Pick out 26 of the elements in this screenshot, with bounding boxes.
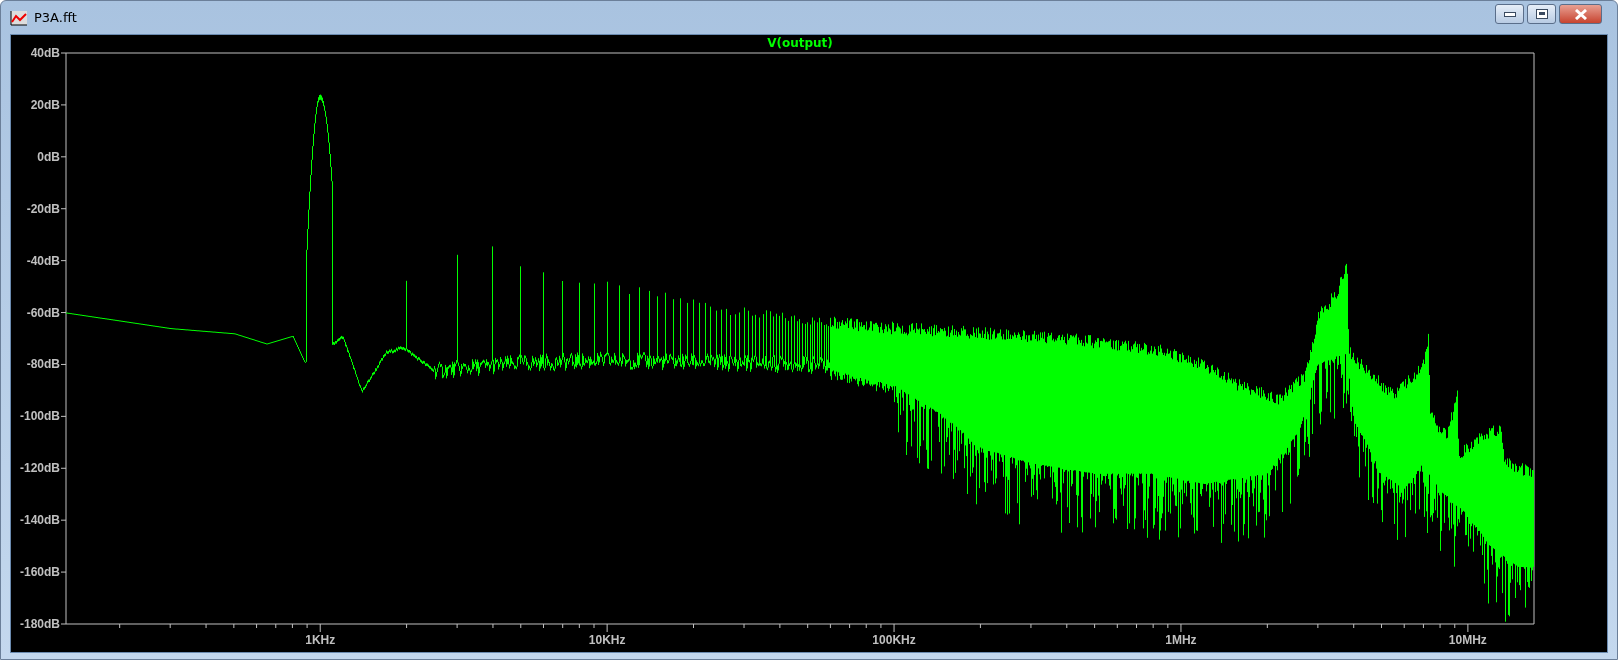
x-tick-label: 1MHz (1165, 633, 1197, 647)
y-tick-label: 40dB (30, 46, 60, 60)
minimize-icon (1503, 11, 1516, 17)
y-tick-label: 0dB (37, 149, 60, 164)
x-tick-label: 1KHz (305, 633, 336, 647)
y-tick-label: -80dB (26, 357, 60, 372)
y-tick-label: -160dB (20, 565, 60, 580)
y-tick-label: -40dB (26, 253, 60, 268)
y-tick-label: -60dB (26, 305, 60, 320)
close-icon (1573, 8, 1588, 20)
trace-label: V(output) (767, 36, 833, 50)
x-tick-label: 100KHz (872, 633, 916, 647)
x-tick-label: 10KHz (588, 633, 626, 647)
window-title: P3A.fft (34, 10, 77, 25)
y-tick-label: 20dB (30, 97, 60, 112)
y-tick-label: -120dB (20, 461, 60, 476)
close-button[interactable] (1559, 4, 1602, 24)
x-tick-label: 10MHz (1448, 633, 1487, 647)
maximize-button[interactable] (1527, 4, 1556, 24)
y-tick-label: -140dB (20, 513, 60, 528)
y-tick-label: -180dB (20, 617, 60, 631)
y-tick-label: -20dB (26, 201, 60, 216)
minimize-button[interactable] (1495, 4, 1524, 24)
chart-icon (10, 9, 28, 26)
maximize-icon (1535, 9, 1548, 19)
y-tick-label: -100dB (20, 409, 60, 424)
